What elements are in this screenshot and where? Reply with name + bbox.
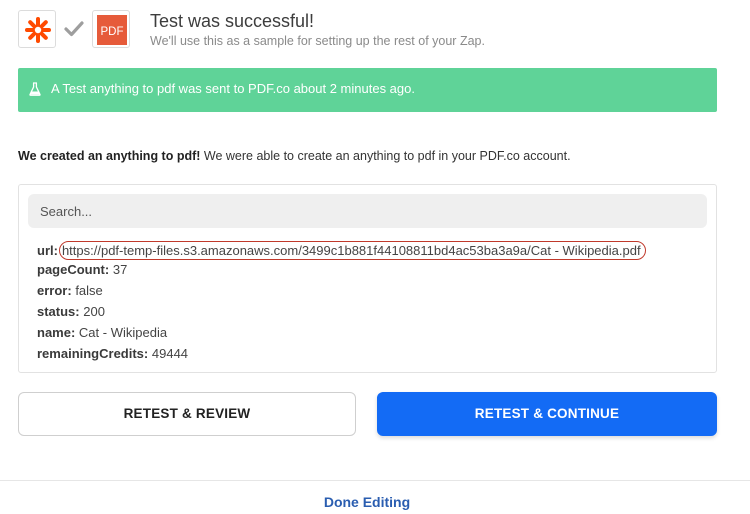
banner-text: A Test anything to pdf was sent to PDF.c…	[51, 81, 415, 96]
created-message-rest: We were able to create an anything to pd…	[200, 149, 571, 163]
flask-icon	[29, 82, 41, 96]
sample-data-panel: url:https://pdf-temp-files.s3.amazonaws.…	[18, 184, 717, 373]
field-key: status:	[37, 304, 80, 319]
checkmark-icon	[64, 20, 84, 38]
field-value: 49444	[151, 346, 189, 361]
field-row-page-count: pageCount: 37	[37, 262, 127, 278]
success-banner: A Test anything to pdf was sent to PDF.c…	[18, 68, 717, 112]
field-value: https://pdf-temp-files.s3.amazonaws.com/…	[61, 243, 641, 258]
retest-continue-button[interactable]: RETEST & CONTINUE	[377, 392, 717, 436]
pdf-icon: PDF	[97, 15, 127, 45]
field-value: 37	[112, 262, 128, 277]
field-key: name:	[37, 325, 76, 340]
search-input[interactable]	[28, 194, 707, 228]
field-value: 200	[83, 304, 105, 319]
field-row-remaining-credits: remainingCredits: 49444	[37, 346, 188, 362]
done-editing-link[interactable]: Done Editing	[0, 494, 734, 510]
field-key: pageCount:	[37, 262, 110, 277]
field-row-name: name: Cat - Wikipedia	[37, 325, 167, 341]
zap-test-result-page: PDF Test was successful! We'll use this …	[0, 0, 750, 514]
field-value: Cat - Wikipedia	[78, 325, 168, 340]
pdf-icon-label: PDF	[101, 26, 124, 38]
created-message: We created an anything to pdf! We were a…	[18, 149, 571, 163]
field-value: false	[75, 283, 103, 298]
zapier-app-icon	[18, 10, 56, 48]
created-message-bold: We created an anything to pdf!	[18, 149, 201, 163]
page-title: Test was successful!	[150, 11, 315, 31]
field-row-status: status: 200	[37, 304, 105, 320]
url-highlight-annotation: https://pdf-temp-files.s3.amazonaws.com/…	[58, 241, 646, 260]
field-key: error:	[37, 283, 72, 298]
field-row-url: url: https://pdf-temp-files.s3.amazonaws.…	[37, 241, 646, 260]
test-result-header: PDF Test was successful! We'll use this …	[18, 10, 732, 52]
pdfco-app-icon: PDF	[92, 10, 130, 48]
page-subtitle: We'll use this as a sample for setting u…	[150, 34, 485, 48]
zapier-asterisk-icon	[25, 17, 51, 43]
field-key: url:	[37, 243, 58, 258]
retest-review-button[interactable]: RETEST & REVIEW	[18, 392, 356, 436]
footer-divider	[0, 480, 750, 481]
field-key: remainingCredits:	[37, 346, 149, 361]
field-row-error: error: false	[37, 283, 103, 299]
